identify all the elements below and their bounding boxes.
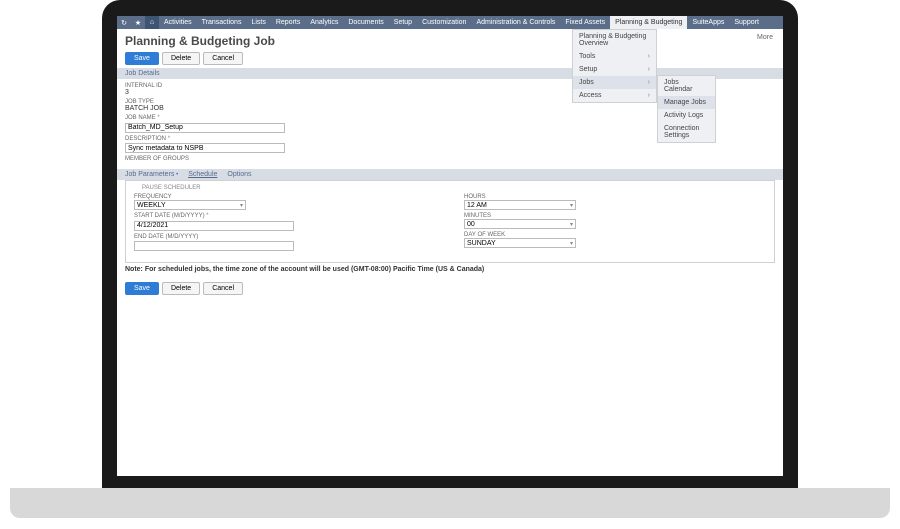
nav-suiteapps[interactable]: SuiteApps — [687, 16, 729, 29]
nav-planning-budgeting[interactable]: Planning & Budgeting — [610, 16, 687, 29]
chevron-right-icon: › — [648, 79, 650, 86]
header-button-row: Save Delete Cancel — [125, 52, 775, 65]
hours-select[interactable]: 12 AM ▾ — [464, 200, 576, 210]
submenu-connection-settings[interactable]: Connection Settings — [658, 122, 715, 142]
end-date-input[interactable] — [134, 241, 294, 251]
nav-activities[interactable]: Activities — [159, 16, 197, 29]
top-navigation: ↻ ★ ⌂ Activities Transactions Lists Repo… — [117, 16, 783, 29]
submenu-access[interactable]: Access › — [573, 89, 656, 102]
start-date-label: START DATE (M/D/YYYY) * — [134, 213, 464, 219]
pause-scheduler-label: PAUSE SCHEDULER — [142, 185, 766, 191]
chevron-down-icon: ▾ — [570, 221, 573, 228]
nav-setup[interactable]: Setup — [389, 16, 417, 29]
submenu-overview-label: Planning & Budgeting Overview — [579, 33, 650, 47]
save-button-footer[interactable]: Save — [125, 282, 159, 295]
dow-select[interactable]: SUNDAY ▾ — [464, 238, 576, 248]
field-hours: HOURS 12 AM▾ — [464, 194, 766, 210]
field-day-of-week: DAY OF WEEK SUNDAY▾ — [464, 232, 766, 248]
submenu-jobs-calendar[interactable]: Jobs Calendar — [658, 76, 715, 96]
submenu-manage-jobs[interactable]: Manage Jobs — [658, 96, 715, 109]
nav-support[interactable]: Support — [729, 16, 764, 29]
nav-customization[interactable]: Customization — [417, 16, 471, 29]
description-input[interactable] — [125, 143, 285, 153]
history-icon[interactable]: ↻ — [117, 16, 131, 29]
delete-button[interactable]: Delete — [162, 52, 200, 65]
frequency-value: WEEKLY — [137, 202, 166, 209]
nav-admin-controls[interactable]: Administration & Controls — [471, 16, 560, 29]
submenu-setup[interactable]: Setup › — [573, 63, 656, 76]
tab-schedule[interactable]: Schedule — [188, 171, 217, 178]
page-header: Planning & Budgeting Job Save Delete Can… — [117, 29, 783, 68]
field-frequency: FREQUENCY WEEKLY▾ — [134, 194, 464, 210]
chevron-right-icon: › — [648, 66, 650, 73]
submenu-jobs[interactable]: Jobs › — [573, 76, 656, 89]
more-link[interactable]: More — [757, 34, 773, 41]
nav-analytics[interactable]: Analytics — [305, 16, 343, 29]
hours-value: 12 AM — [467, 202, 487, 209]
chevron-right-icon: › — [648, 53, 650, 60]
cancel-button-footer[interactable]: Cancel — [203, 282, 243, 295]
nav-fixed-assets[interactable]: Fixed Assets — [560, 16, 610, 29]
save-button[interactable]: Save — [125, 52, 159, 65]
jobs-submenu: Jobs Calendar Manage Jobs Activity Logs … — [657, 75, 716, 143]
lower-tab-bar: Job Parameters • Schedule Options — [117, 169, 783, 180]
page-title: Planning & Budgeting Job — [125, 34, 775, 48]
minutes-value: 00 — [467, 221, 475, 228]
chevron-down-icon: ▾ — [570, 240, 573, 247]
planning-budgeting-submenu: Planning & Budgeting Overview Tools › Set… — [572, 29, 657, 103]
field-start-date: START DATE (M/D/YYYY) * — [134, 213, 464, 231]
tab-options[interactable]: Options — [227, 171, 251, 178]
end-date-label: END DATE (M/D/YYYY) — [134, 234, 464, 240]
delete-button-footer[interactable]: Delete — [162, 282, 200, 295]
nav-documents[interactable]: Documents — [343, 16, 388, 29]
nav-transactions[interactable]: Transactions — [197, 16, 247, 29]
submenu-setup-label: Setup — [579, 66, 597, 73]
minutes-select[interactable]: 00 ▾ — [464, 219, 576, 229]
submenu-tools-label: Tools — [579, 53, 595, 60]
submenu-overview[interactable]: Planning & Budgeting Overview — [573, 30, 656, 50]
laptop-bezel: ↻ ★ ⌂ Activities Transactions Lists Repo… — [102, 0, 798, 488]
screen-content: ↻ ★ ⌂ Activities Transactions Lists Repo… — [117, 16, 783, 476]
timezone-note: Note: For scheduled jobs, the time zone … — [117, 263, 783, 276]
member-of-groups-label: MEMBER OF GROUPS — [125, 156, 775, 162]
tab-job-parameters[interactable]: Job Parameters • — [125, 171, 178, 178]
chevron-down-icon: ▾ — [240, 202, 243, 209]
laptop-base — [10, 488, 890, 518]
submenu-access-label: Access — [579, 92, 602, 99]
chevron-right-icon: › — [648, 92, 650, 99]
start-date-input[interactable] — [134, 221, 294, 231]
frequency-select[interactable]: WEEKLY ▾ — [134, 200, 246, 210]
cancel-button[interactable]: Cancel — [203, 52, 243, 65]
submenu-jobs-label: Jobs — [579, 79, 594, 86]
home-icon[interactable]: ⌂ — [145, 16, 159, 29]
nav-reports[interactable]: Reports — [271, 16, 306, 29]
field-member-of-groups: MEMBER OF GROUPS — [125, 156, 775, 162]
submenu-tools[interactable]: Tools › — [573, 50, 656, 63]
submenu-activity-logs[interactable]: Activity Logs — [658, 109, 715, 122]
field-end-date: END DATE (M/D/YYYY) — [134, 234, 464, 252]
star-icon[interactable]: ★ — [131, 16, 145, 29]
schedule-panel: PAUSE SCHEDULER FREQUENCY WEEKLY▾ START … — [125, 180, 775, 263]
nav-lists[interactable]: Lists — [246, 16, 270, 29]
chevron-down-icon: ▾ — [570, 202, 573, 209]
footer-button-row: Save Delete Cancel — [117, 276, 783, 301]
dow-value: SUNDAY — [467, 240, 496, 247]
field-minutes: MINUTES 00▾ — [464, 213, 766, 229]
job-name-input[interactable] — [125, 123, 285, 133]
laptop-frame: ↻ ★ ⌂ Activities Transactions Lists Repo… — [0, 0, 900, 529]
